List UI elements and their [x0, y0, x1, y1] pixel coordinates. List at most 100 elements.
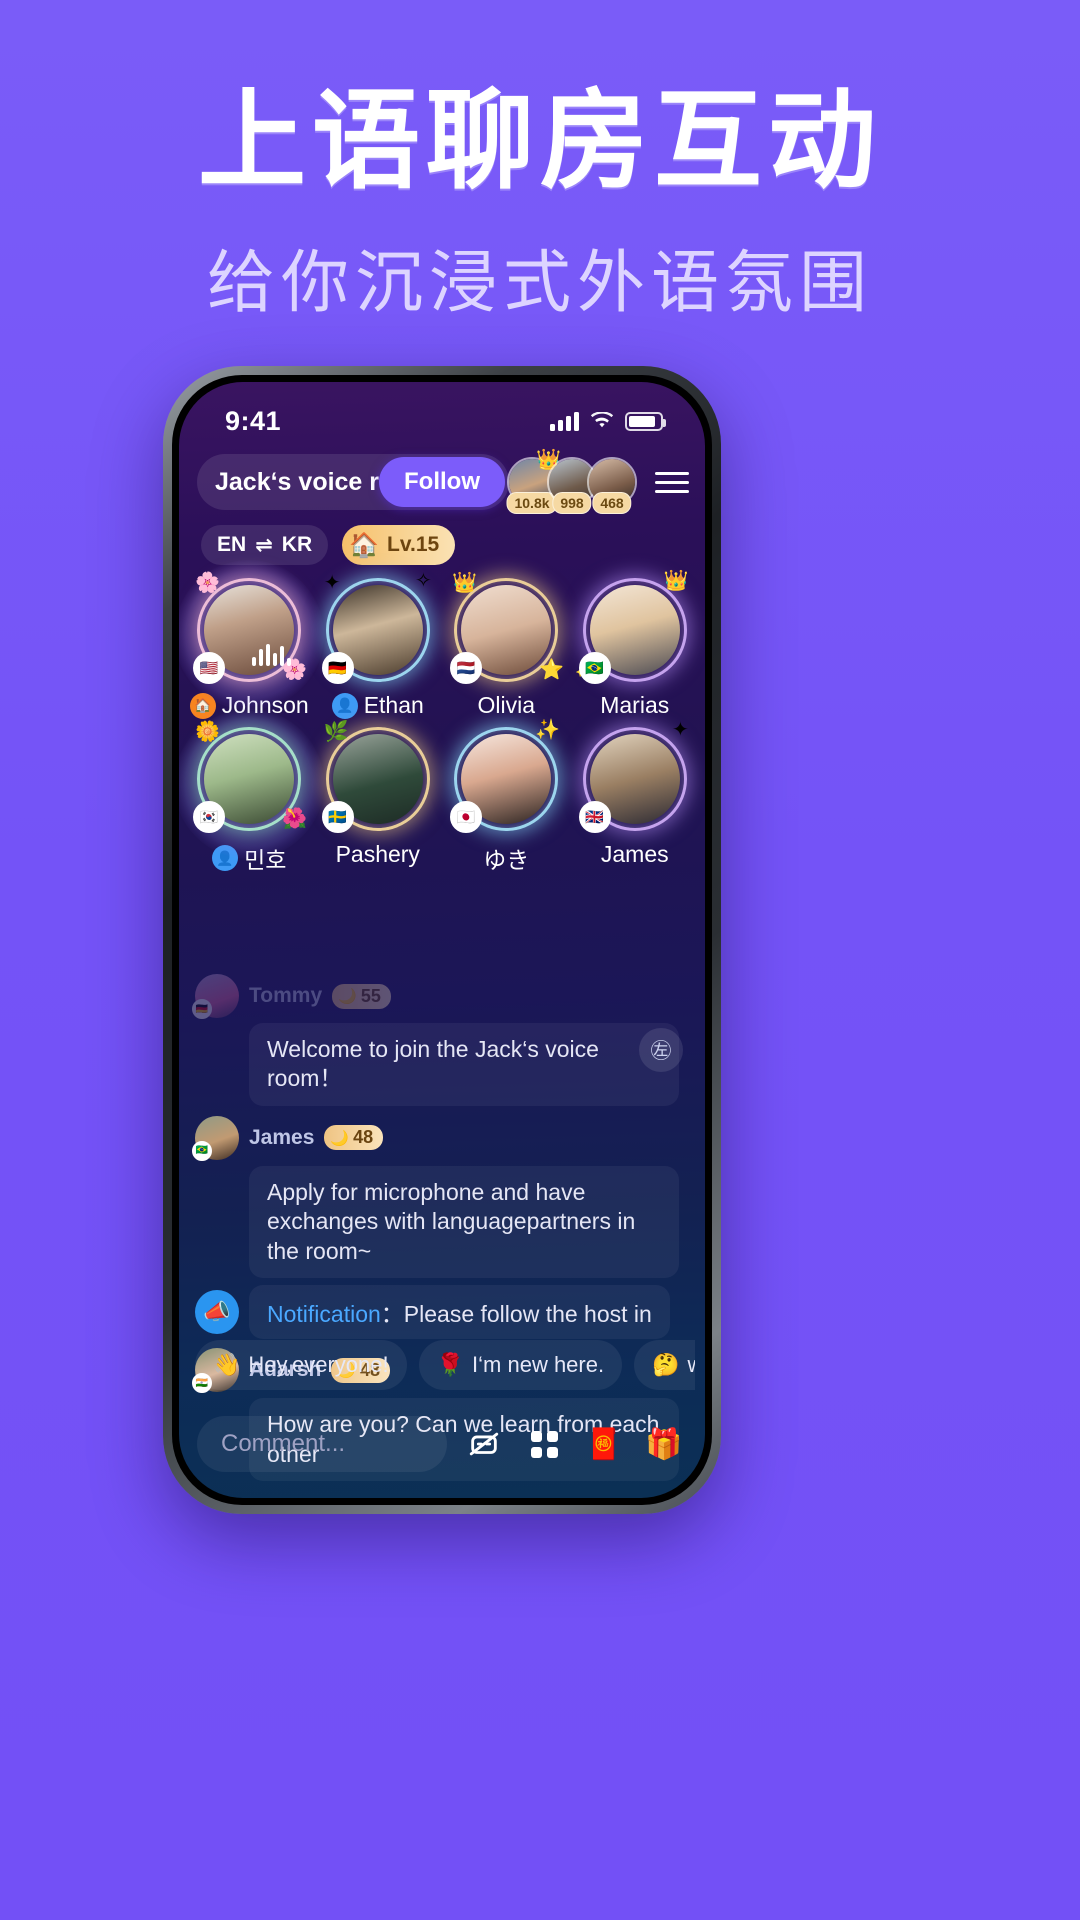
seat-yuki[interactable]: ✨ 🇯🇵 ゆき	[442, 719, 571, 875]
quick-reply-chip[interactable]: 👋 Hey,everyone!	[195, 1340, 407, 1390]
comment-input-bar: Comment... 🧧 🎁	[197, 1416, 687, 1472]
seat-avatar[interactable]: 🌼 🌺 🇰🇷	[193, 721, 307, 833]
seat-name: Marias	[600, 692, 670, 718]
chat-username: James	[249, 1125, 315, 1149]
chat-message-header: 🇧🇷 James 🌙 48	[192, 1115, 689, 1161]
avatar[interactable]: 🇩🇪	[192, 974, 239, 1019]
notification-label: Notification	[267, 1301, 381, 1328]
megaphone-icon: 📣	[195, 1290, 239, 1335]
language-row: EN ⇌ KR 🏠 Lv.15	[201, 525, 456, 565]
user-icon: 👤	[331, 692, 358, 719]
status-indicators	[550, 411, 666, 431]
language-from: EN	[217, 533, 247, 556]
seat-marias[interactable]: 👑 ✨ 🇧🇷 Marias	[571, 570, 700, 719]
seat-avatar[interactable]: 👑 ⭐ 🇳🇱	[450, 572, 564, 684]
fan-count: 998	[552, 492, 592, 514]
seat-label: Pashery	[336, 841, 420, 868]
chat-bubble: Welcome to join the Jack‘s voice room！	[249, 1023, 679, 1106]
hamburger-menu-icon[interactable]	[655, 465, 689, 499]
flag-icon: 🇳🇱	[450, 652, 483, 684]
battery-icon	[625, 411, 666, 431]
notification-text: Please follow the host in	[403, 1301, 652, 1328]
seat-avatar[interactable]: 🌸 🌸 🇺🇸	[193, 572, 307, 684]
chat-message-header: 🇩🇪 Tommy 🌙 55	[192, 974, 689, 1019]
flag-icon: 🇯🇵	[450, 801, 483, 833]
notification-separator: ：	[380, 1301, 404, 1328]
comment-input[interactable]: Comment...	[197, 1416, 447, 1472]
seat-label: James	[601, 841, 669, 868]
flag-icon: 🇧🇷	[192, 1140, 212, 1161]
status-clock: 9:41	[225, 405, 282, 436]
room-title-pill[interactable]: Jack‘s voice room h Follow	[197, 454, 509, 510]
level-label: Lv.15	[387, 533, 440, 556]
avatar[interactable]: 🇧🇷	[192, 1115, 239, 1161]
red-packet-icon[interactable]: 🧧	[581, 1421, 627, 1467]
seat-avatar[interactable]: ✦ 🇬🇧	[578, 719, 689, 833]
level-value: 55	[360, 985, 381, 1006]
seat-avatar[interactable]: ✨ 🇯🇵	[450, 719, 560, 833]
page-subtitle: 给你沉浸式外语氛围	[206, 243, 873, 323]
emoji-icon: 👋	[213, 1352, 241, 1377]
seat-ethan[interactable]: ✦ ✧ 🇩🇪 👤 Ethan	[314, 570, 443, 719]
seat-avatar[interactable]: ✦ ✧ 🇩🇪	[321, 570, 432, 684]
phone-mockup: 9:41 Jack‘s voice room h Follow 👑 10.8k …	[163, 366, 721, 1514]
chat-username: Tommy	[249, 984, 323, 1007]
top-fans-list: 👑 10.8k 998 468	[506, 449, 637, 514]
seat-label: Olivia	[477, 692, 535, 719]
chat-message: 🇧🇷 James 🌙 48 Apply for microphone and h…	[192, 1115, 689, 1279]
flag-icon: 🇧🇷	[578, 652, 611, 684]
cellular-bars-icon	[550, 411, 579, 431]
top-fan-avatar[interactable]: 468	[587, 457, 637, 514]
seat-pashery[interactable]: 🌿 🇸🇪 Pashery	[314, 721, 443, 875]
mic-off-icon[interactable]	[461, 1421, 507, 1467]
phone-bezel: 9:41 Jack‘s voice room h Follow 👑 10.8k …	[172, 375, 712, 1505]
seat-james[interactable]: ✦ 🇬🇧 James	[571, 719, 700, 875]
speaker-grid: 🌸 🌸 🇺🇸 🏠 Johnson ✦ ✧ 🇩🇪 👤 Ethan 👑 ⭐ 🇳🇱 O…	[179, 570, 705, 875]
flag-icon: 🇰🇷	[193, 801, 226, 833]
page-title: 上语聊房互动	[197, 79, 882, 204]
quick-reply-label: I‘m new here.	[472, 1352, 605, 1377]
seat-olivia[interactable]: 👑 ⭐ 🇳🇱 Olivia	[442, 572, 571, 719]
seat-name: 민호	[244, 847, 287, 873]
notification-message: 📣 Notification：Please follow the host in	[195, 1285, 689, 1340]
seat-name: ゆき	[483, 847, 530, 873]
seat-johnson[interactable]: 🌸 🌸 🇺🇸 🏠 Johnson	[185, 572, 314, 719]
level-badge[interactable]: 🏠 Lv.15	[342, 525, 456, 565]
quick-reply-label: Hey,everyone!	[248, 1352, 389, 1377]
notification-bubble: Notification：Please follow the host in	[249, 1285, 670, 1340]
seat-label: ゆき	[483, 841, 529, 875]
app-screen: 9:41 Jack‘s voice room h Follow 👑 10.8k …	[179, 382, 705, 1498]
swap-icon: ⇌	[255, 533, 273, 557]
quick-reply-chip[interactable]: 🌹 I‘m new here.	[418, 1340, 623, 1390]
quick-reply-chip[interactable]: 🤔 what‘s t	[634, 1340, 695, 1390]
quick-reply-label: what‘s t	[688, 1352, 696, 1378]
language-pair-pill[interactable]: EN ⇌ KR	[201, 525, 329, 565]
emoji-icon: 🌹	[436, 1352, 465, 1377]
star-decor-icon: ✧	[414, 570, 432, 592]
translate-icon[interactable]: ㊧	[639, 1028, 683, 1072]
seat-label: 👤 Ethan	[331, 692, 424, 719]
user-icon: 👤	[212, 845, 239, 871]
level-value: 48	[353, 1127, 374, 1148]
flag-icon: 🇬🇧	[578, 801, 611, 833]
seat-avatar[interactable]: 🌿 🇸🇪	[321, 721, 430, 833]
star-decor-icon: ✦	[323, 572, 341, 594]
seat-name: Ethan	[363, 692, 424, 718]
level-chip: 🌙 48	[324, 1125, 384, 1151]
seat-name: Olivia	[477, 692, 535, 718]
seat-minho[interactable]: 🌼 🌺 🇰🇷 👤 민호	[185, 721, 314, 875]
seat-name: Pashery	[335, 841, 420, 867]
grid-apps-icon[interactable]	[521, 1421, 567, 1467]
coin-icon: 🌙	[330, 1129, 350, 1147]
gift-icon[interactable]: 🎁	[641, 1421, 687, 1467]
seat-avatar[interactable]: 👑 ✨ 🇧🇷	[575, 570, 689, 684]
chat-list[interactable]: 🇩🇪 Tommy 🌙 55 Welcome to join the Jack‘s…	[192, 974, 689, 1488]
language-to: KR	[281, 533, 313, 556]
flag-icon: 🇸🇪	[321, 801, 354, 833]
chat-bubble: Apply for microphone and have exchanges …	[249, 1165, 679, 1279]
flag-icon: 🇺🇸	[193, 652, 226, 684]
level-chip: 🌙 55	[332, 983, 391, 1009]
level-house-icon: 🏠	[349, 531, 380, 559]
follow-button[interactable]: Follow	[379, 457, 505, 507]
quick-reply-bar: 👋 Hey,everyone! 🌹 I‘m new here. 🤔 what‘s…	[195, 1340, 695, 1390]
